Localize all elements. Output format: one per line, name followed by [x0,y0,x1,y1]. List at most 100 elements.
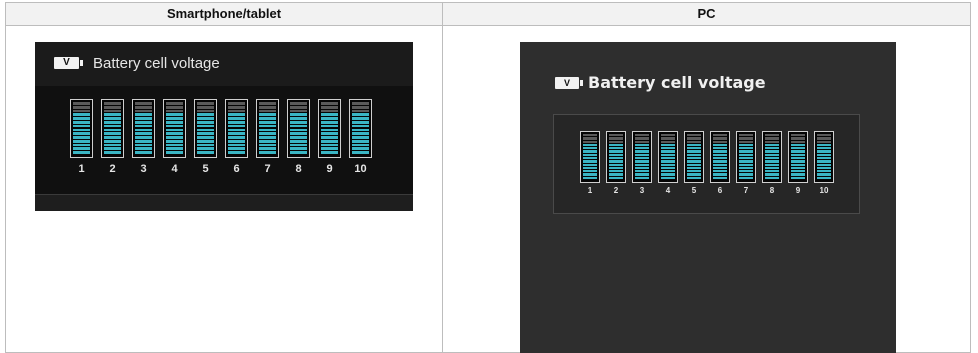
cell-segment [73,117,90,120]
cell-segment [765,134,779,137]
cell-segment [228,139,245,143]
cell-segment [609,140,623,143]
cell-segment [609,150,623,153]
cell-segment [104,143,121,147]
cell-segment [713,173,727,176]
cell-segment [739,157,753,160]
cell-voltage-bar [762,131,782,183]
cell-segment [135,102,152,105]
cell-segment [104,147,121,151]
cell-segment [713,157,727,160]
cell-segment [135,113,152,117]
cell-voltage-bar [658,131,678,183]
cell-segment [228,132,245,136]
cell-segment [765,160,779,163]
cell-segment [687,166,701,170]
cell-number-label: 9 [326,163,333,175]
cell-segment [135,105,152,109]
cell-segment [259,128,276,132]
cell-segment [290,147,307,151]
cell-segment [739,137,753,140]
cell-voltage-bar [132,99,155,158]
cell-segment [73,139,90,143]
cell-segment [228,120,245,124]
cell-segment [661,143,675,147]
column-header-smartphone: Smartphone/tablet [6,3,442,25]
cell-segment [73,113,90,117]
cell-segment [321,128,338,132]
cell-segment [197,124,214,128]
cell-segment [583,173,597,176]
cell-segment [609,170,623,173]
cell-segment [135,139,152,143]
cell-segment [352,143,369,147]
cell-segment [687,134,701,137]
cell-segment [259,139,276,143]
cell-segment [765,173,779,176]
cell-segment [321,136,338,139]
cell-segment [290,124,307,128]
cell-segment [635,166,649,170]
cell-voltage-bar [101,99,124,158]
cell-segment [687,140,701,143]
cell-segment [104,117,121,120]
cell-segment [290,113,307,117]
cell-segment [765,143,779,147]
cell-number-label: 1 [78,163,85,175]
cell-number-label: 4 [171,163,178,175]
cell-segment [228,117,245,120]
cell-segment [166,124,183,128]
cell-segment [352,109,369,113]
cell-segment [197,132,214,136]
cell-segment [687,160,701,163]
cell-segment [739,170,753,173]
cell-segment [609,153,623,156]
cell-segment [583,147,597,150]
cell-segment [713,150,727,153]
cell-segment [687,147,701,150]
cell-segment [290,105,307,109]
cell-segment [609,166,623,170]
cell-segment [791,160,805,163]
cell-segment [352,132,369,136]
cell-segment [661,153,675,156]
table-header-divider [6,25,970,26]
cell-voltage-bar [318,99,341,158]
cell-segment [197,147,214,151]
cell-segment [352,117,369,120]
cell-segment [817,134,831,137]
cell-segment [352,124,369,128]
cell-segment [713,137,727,140]
cell-segment [259,113,276,117]
cell-number-label: 7 [743,186,749,195]
cell-segment [739,147,753,150]
cell-segment [166,151,183,154]
cell-segment [635,140,649,143]
cell-voltage-bar [163,99,186,158]
cell-segment [166,113,183,117]
cell-segment [661,166,675,170]
cell-voltage-bar [194,99,217,158]
cell-segment [352,128,369,132]
cell-segment [765,140,779,143]
cell-segment [73,124,90,128]
cell-segment [321,117,338,120]
cell-segment [583,157,597,160]
cell-segment [661,134,675,137]
cell-segment [635,176,649,179]
cell-segment [166,117,183,120]
cell-segment [635,173,649,176]
cell-segment [104,120,121,124]
cell-voltage-bar [788,131,808,183]
cell-segment [609,147,623,150]
cell-segment [791,150,805,153]
cell-segment [687,157,701,160]
cell-segment [197,120,214,124]
cell-voltage-bar [225,99,248,158]
smartphone-title: Battery cell voltage [93,55,220,72]
cell-segment [73,132,90,136]
cell-segment [635,150,649,153]
cell-segment [583,163,597,166]
cell-segment [739,173,753,176]
cell-segment [73,102,90,105]
